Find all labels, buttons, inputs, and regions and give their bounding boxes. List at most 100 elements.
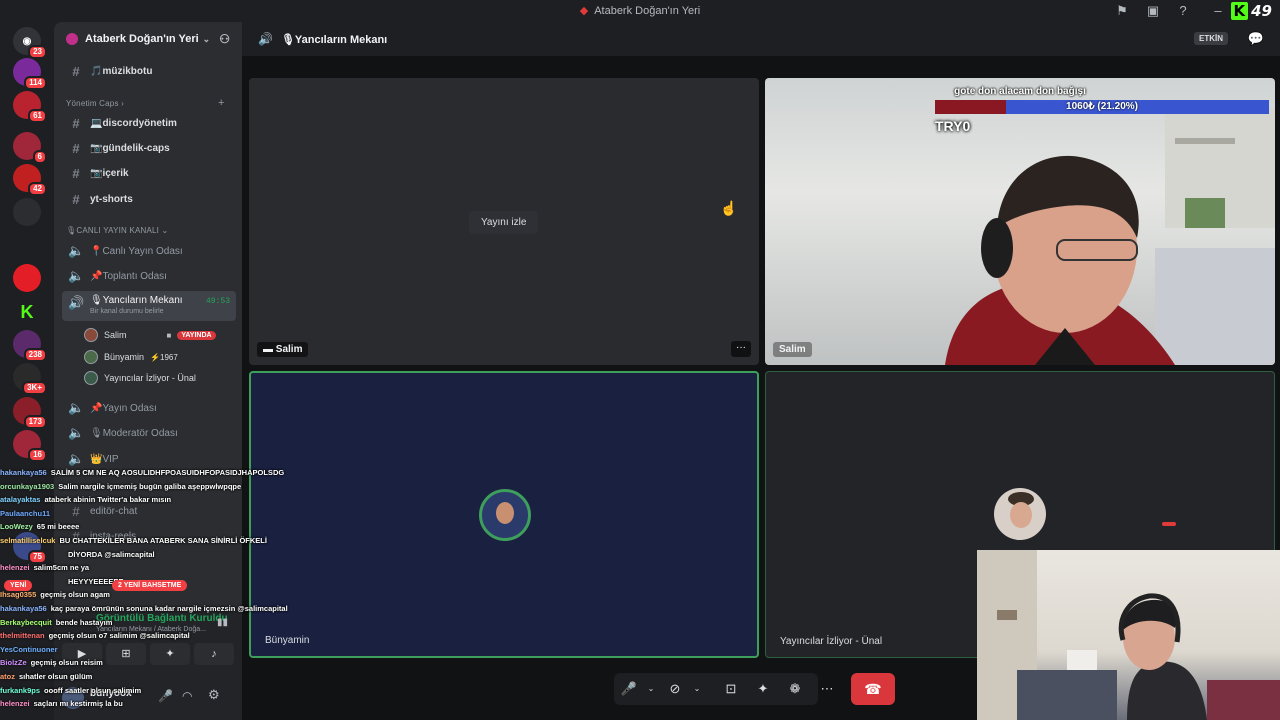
voice-member-bunyamin[interactable]: Bünyamin ⚡1967 xyxy=(84,348,178,366)
chat-username: helenzei xyxy=(0,563,30,573)
chat-text: 65 mi beeee xyxy=(36,522,80,532)
mouse-cursor-icon: ☝ xyxy=(720,200,738,216)
channel-status[interactable]: Bir kanal durumu belirle xyxy=(90,308,164,315)
mute-button[interactable]: 🎤 xyxy=(618,679,640,699)
stream-tile-salim[interactable]: Yayını izle ▬ Salim ··· xyxy=(249,78,759,365)
chat-text: Salim nargile içmemiş bugün galiba aşepp… xyxy=(58,481,242,491)
channel-discordyonetim[interactable]: # 💻discordyönetim xyxy=(62,112,236,134)
add-channel-icon[interactable]: + xyxy=(218,97,225,109)
chat-username: hakankaya56 xyxy=(0,604,47,613)
server-icon-5[interactable] xyxy=(13,198,41,226)
direct-messages-button[interactable]: ◉ 23 xyxy=(13,27,47,59)
help-icon[interactable]: ? xyxy=(1175,3,1191,19)
chat-message: YesContinuoner xyxy=(0,643,62,656)
chat-text: salim5cm ne ya xyxy=(33,563,90,573)
hash-icon: # xyxy=(72,63,80,79)
channel-muzikbotu[interactable]: # 🎵müzikbotu xyxy=(62,60,236,82)
stream-tag: TRY0 xyxy=(935,118,971,134)
chat-message: thelmittenan geçmiş olsun o7 salimim @sal… xyxy=(0,629,190,642)
chat-text: bende hastayım xyxy=(55,617,113,627)
chevron-down-icon: ⌄ xyxy=(161,226,169,235)
more-options-button[interactable]: ··· xyxy=(731,341,751,357)
avatar-face xyxy=(496,502,514,524)
voice-member-unal[interactable]: Yayıncılar İzliyor - Ünal xyxy=(84,369,196,387)
voice-channel-moderator[interactable]: 🔈 🎙Moderatör Odası xyxy=(62,422,236,444)
chat-bubble-icon[interactable]: 💬 xyxy=(1248,31,1264,47)
chat-message: Paulaanchu11 xyxy=(0,507,54,520)
camera-toggle-button[interactable]: ⊘ xyxy=(664,679,686,699)
chat-text: DİYORDA @salimcapital xyxy=(68,549,155,559)
activity-icon: ✦ xyxy=(757,681,769,696)
chat-text: BU CHATTEKİLER BANA ATABERK SANA SİNİRLİ… xyxy=(59,536,267,545)
server-header[interactable]: Ataberk Doğan'ın Yeri ⌄ ⚇ xyxy=(54,22,242,56)
server-icon-2[interactable]: 61 xyxy=(13,91,47,123)
streamer-webcam-overlay xyxy=(977,550,1280,720)
server-icon-7[interactable]: 3K+ xyxy=(13,363,47,395)
voice-tile-bunyamin[interactable]: Bünyamin xyxy=(249,371,759,658)
server-icon-9[interactable]: 16 xyxy=(13,430,47,462)
chat-text: geçmiş olsun o7 salimim @salimcapital xyxy=(48,631,190,641)
new-unreads-pill[interactable]: YENİ xyxy=(4,580,33,591)
active-badge[interactable]: ETKİN xyxy=(1194,32,1228,45)
screen-icon[interactable]: ▣ xyxy=(1145,3,1161,19)
chat-text: saçları mı kestirmiş la bu xyxy=(33,699,123,709)
chat-text: kaç paraya ömrünün sonuna kadar nargile … xyxy=(50,604,288,613)
server-icon-kick[interactable]: K xyxy=(13,298,41,326)
channel-header: 🔊 🎙Yancıların Mekanı ETKİN 💬 xyxy=(242,22,1280,56)
minimize-icon[interactable]: – xyxy=(1210,3,1226,19)
camera-icon: ■ xyxy=(166,330,172,340)
chat-message: helenzei salim5cm ne ya xyxy=(0,561,89,574)
more-options-button[interactable]: ⋯ xyxy=(816,679,838,699)
disconnect-button[interactable]: ☎ xyxy=(851,673,895,705)
server-name: Ataberk Doğan'ın Yeri xyxy=(85,33,199,45)
server-icon-1[interactable]: 114 xyxy=(13,58,47,90)
new-mentions-pill[interactable]: 2 YENİ BAHSETME xyxy=(112,580,188,591)
server-icon-flag[interactable] xyxy=(13,264,41,292)
voice-channel-yancilar[interactable]: 🔊 🎙Yancıların Mekanı 49:53 Bir kanal durumu… xyxy=(62,291,236,321)
mic-options-chevron[interactable]: ⌄ xyxy=(640,679,662,699)
chat-message: Berkaybecquit bende hastayım xyxy=(0,616,112,629)
server-avatar xyxy=(66,33,78,45)
avatar xyxy=(84,328,98,342)
voice-member-salim[interactable]: Salim ■ YAYINDA xyxy=(84,326,216,344)
category-management[interactable]: Yönetim Caps › + xyxy=(66,97,224,109)
channel-gundelik[interactable]: # 📷gündelik-caps xyxy=(62,137,236,159)
chat-username: atalayaktas xyxy=(0,495,41,505)
stream-chat-overlay: hakankaya56 SALİM 5 CM NE AQ AOSULIDHFPOA… xyxy=(0,466,300,720)
chat-username: helenzei xyxy=(0,699,30,709)
soundboard-button[interactable]: ❁ xyxy=(784,679,806,699)
chat-username: Paulaanchu11 xyxy=(0,508,51,518)
chat-message: BiolzZe geçmiş olsun reisim xyxy=(0,656,103,669)
speaker-icon: 🔊 xyxy=(68,295,85,310)
chat-message: atoz sıhatler olsun gülüm xyxy=(0,670,92,683)
avatar xyxy=(84,371,98,385)
chat-message: furkank9ps oooff saatler olsun salimim xyxy=(0,684,141,697)
server-icon-4[interactable]: 42 xyxy=(13,164,47,196)
channel-ytshorts[interactable]: # yt-shorts xyxy=(62,188,236,210)
chat-message: atalayaktas ataberk abinin Twitter'a baka… xyxy=(0,493,171,506)
voice-channel-yayin[interactable]: 🔈 📌Yayın Odası xyxy=(62,397,236,419)
server-icon-8[interactable]: 173 xyxy=(13,397,47,429)
invite-icon[interactable]: ⚇ xyxy=(219,32,230,46)
chat-text: ataberk abinin Twitter'a bakar mısın xyxy=(44,495,172,505)
camera-tile-salim[interactable]: gote don alacam don bağışı 1060₺ (21.20%… xyxy=(765,78,1275,365)
server-badge: 114 xyxy=(24,76,47,90)
avatar xyxy=(479,489,531,541)
server-icon-6[interactable]: 238 xyxy=(13,330,47,362)
camera-options-chevron[interactable]: ⌄ xyxy=(686,679,708,699)
hash-icon: # xyxy=(72,191,80,207)
activity-button[interactable]: ✦ xyxy=(752,679,774,699)
category-live[interactable]: 🎙CANLI YAYIN KANALI ⌄ xyxy=(66,226,168,235)
webcam-scene xyxy=(945,108,1275,365)
watch-stream-button[interactable]: Yayını izle xyxy=(469,211,539,234)
channel-icerik[interactable]: # 📷içerik xyxy=(62,162,236,184)
speaker-icon: 🔈 xyxy=(68,400,85,415)
screen-share-button[interactable]: ⊡ xyxy=(720,679,742,699)
chat-message: helenzei saçları mı kestirmiş la bu xyxy=(0,697,123,710)
recording-dot-icon xyxy=(1162,522,1176,526)
voice-channel-toplanti[interactable]: 🔈 📌Toplantı Odası xyxy=(62,265,236,287)
voice-channel-canli[interactable]: 🔈 📍Canlı Yayın Odası xyxy=(62,240,236,262)
speaker-icon: 🔈 xyxy=(68,268,85,283)
inbox-flag-icon[interactable]: ⚑ xyxy=(1114,3,1130,19)
server-icon-3[interactable]: 6 xyxy=(13,132,47,164)
